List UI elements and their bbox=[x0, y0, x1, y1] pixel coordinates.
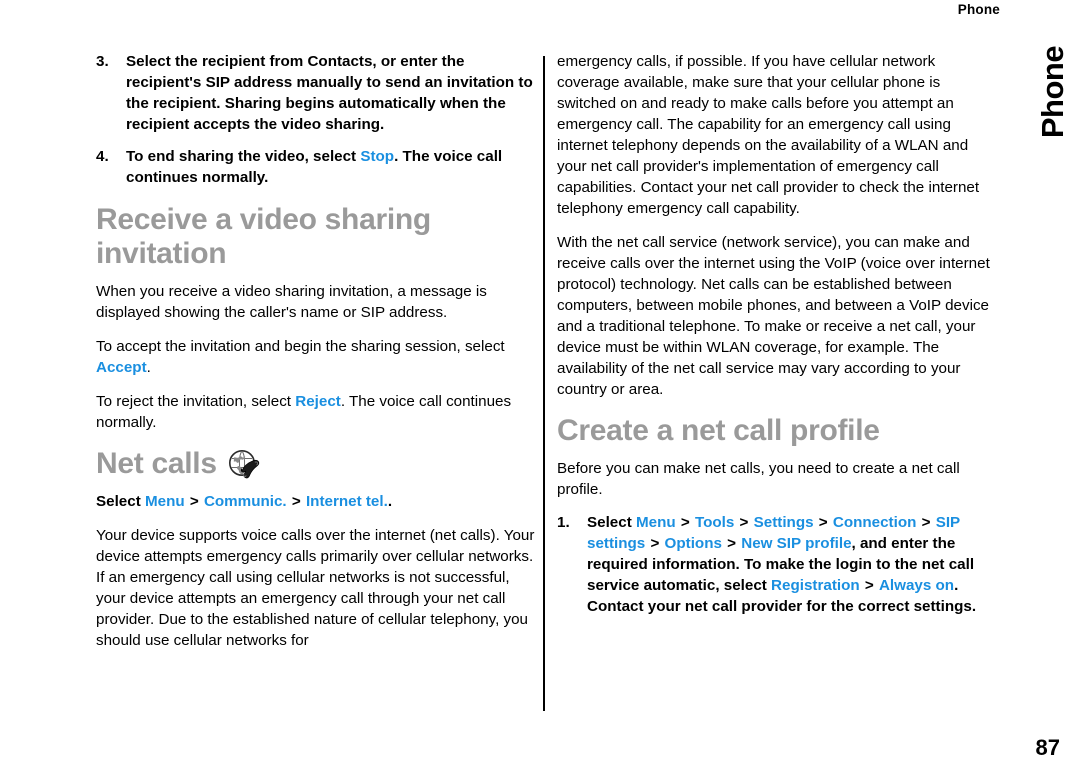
list-item: 3. Select the recipient from Contacts, o… bbox=[96, 52, 536, 136]
running-head: Phone bbox=[957, 2, 1000, 17]
step-number: 1. bbox=[557, 513, 570, 531]
left-column: 3. Select the recipient from Contacts, o… bbox=[96, 52, 536, 665]
menu-item-tools[interactable]: Tools bbox=[695, 514, 734, 531]
paragraph-before-profile: Before you can make net calls, you need … bbox=[557, 459, 960, 498]
ui-term-stop[interactable]: Stop bbox=[360, 148, 394, 165]
right-column: emergency calls, if possible. If you hav… bbox=[557, 52, 997, 630]
menu-path-separator: > bbox=[287, 493, 305, 511]
ordered-steps-continued: 3. Select the recipient from Contacts, o… bbox=[96, 52, 536, 189]
menu-item-connection[interactable]: Connection bbox=[833, 514, 917, 531]
ordered-steps-create-profile: 1. Select Menu > Tools > Settings > Conn… bbox=[557, 513, 997, 618]
menu-item-registration[interactable]: Registration bbox=[771, 577, 860, 594]
paragraph-net-calls-body: Your device supports voice calls over th… bbox=[96, 527, 535, 649]
paragraph-receive-invitation: When you receive a video sharing invitat… bbox=[96, 283, 487, 322]
menu-item-menu[interactable]: Menu bbox=[636, 514, 676, 531]
page-number: 87 bbox=[1035, 735, 1060, 760]
page-title-create-profile: Create a net call profile bbox=[557, 413, 880, 447]
menu-path-net-calls: Select Menu > Communic. > Internet tel.. bbox=[96, 492, 536, 513]
menu-item-internet-tel[interactable]: Internet tel. bbox=[306, 493, 388, 510]
globe-phone-icon bbox=[228, 450, 259, 479]
menu-item-options[interactable]: Options bbox=[665, 535, 722, 552]
menu-path-separator: > bbox=[185, 493, 203, 511]
paragraph-reject: To reject the invitation, select Reject.… bbox=[96, 392, 536, 434]
step-text: Select the recipient from Contacts, or e… bbox=[126, 52, 536, 136]
paragraph-reject-before: To reject the invitation, select bbox=[96, 393, 296, 411]
menu-item-new-sip-profile[interactable]: New SIP profile bbox=[741, 535, 851, 552]
menu-item-always-on[interactable]: Always on bbox=[879, 577, 954, 594]
step-text: To end sharing the video, select Stop. T… bbox=[126, 147, 536, 189]
menu-path-separator: > bbox=[814, 513, 832, 531]
page-title-receive-invitation: Receive a video sharing invitation bbox=[96, 202, 431, 270]
step-number: 3. bbox=[96, 53, 109, 70]
menu-path-separator: > bbox=[917, 513, 935, 531]
menu-path-separator: > bbox=[646, 534, 664, 552]
page-title-net-calls-label: Net calls bbox=[96, 447, 217, 480]
step-body-text: Select the recipient from Contacts, or e… bbox=[126, 53, 533, 133]
menu-path-separator: > bbox=[676, 513, 694, 531]
step-text-before: To end sharing the video, select bbox=[126, 147, 361, 165]
step-text: Select Menu > Tools > Settings > Connect… bbox=[587, 513, 997, 618]
ui-term-accept[interactable]: Accept bbox=[96, 359, 147, 376]
menu-path-separator: > bbox=[722, 534, 741, 552]
menu-path-lead: Select bbox=[96, 493, 145, 511]
column-divider bbox=[543, 56, 545, 711]
menu-item-settings[interactable]: Settings bbox=[754, 514, 814, 531]
chapter-thumb-tab-label: Phone bbox=[1035, 45, 1071, 139]
paragraph-accept: To accept the invitation and begin the s… bbox=[96, 337, 536, 379]
ui-term-reject[interactable]: Reject bbox=[295, 393, 341, 410]
step-number: 4. bbox=[96, 147, 109, 165]
step-lead: Select bbox=[587, 513, 636, 531]
list-item: 4. To end sharing the video, select Stop… bbox=[96, 147, 536, 189]
menu-path-separator: > bbox=[735, 513, 753, 531]
chapter-thumb-tab: Phone bbox=[1032, 36, 1074, 156]
menu-path-separator: > bbox=[860, 576, 878, 594]
page-title-net-calls: Net calls bbox=[96, 447, 536, 481]
menu-item-menu[interactable]: Menu bbox=[145, 493, 185, 510]
menu-path-trailing: . bbox=[387, 493, 393, 511]
paragraph-accept-after: . bbox=[146, 359, 151, 377]
paragraph-voip: With the net call service (network servi… bbox=[557, 233, 990, 398]
paragraph-emergency-continued: emergency calls, if possible. If you hav… bbox=[557, 53, 980, 217]
menu-item-communic[interactable]: Communic. bbox=[204, 493, 287, 510]
list-item: 1. Select Menu > Tools > Settings > Conn… bbox=[557, 513, 997, 618]
paragraph-accept-before: To accept the invitation and begin the s… bbox=[96, 338, 505, 356]
